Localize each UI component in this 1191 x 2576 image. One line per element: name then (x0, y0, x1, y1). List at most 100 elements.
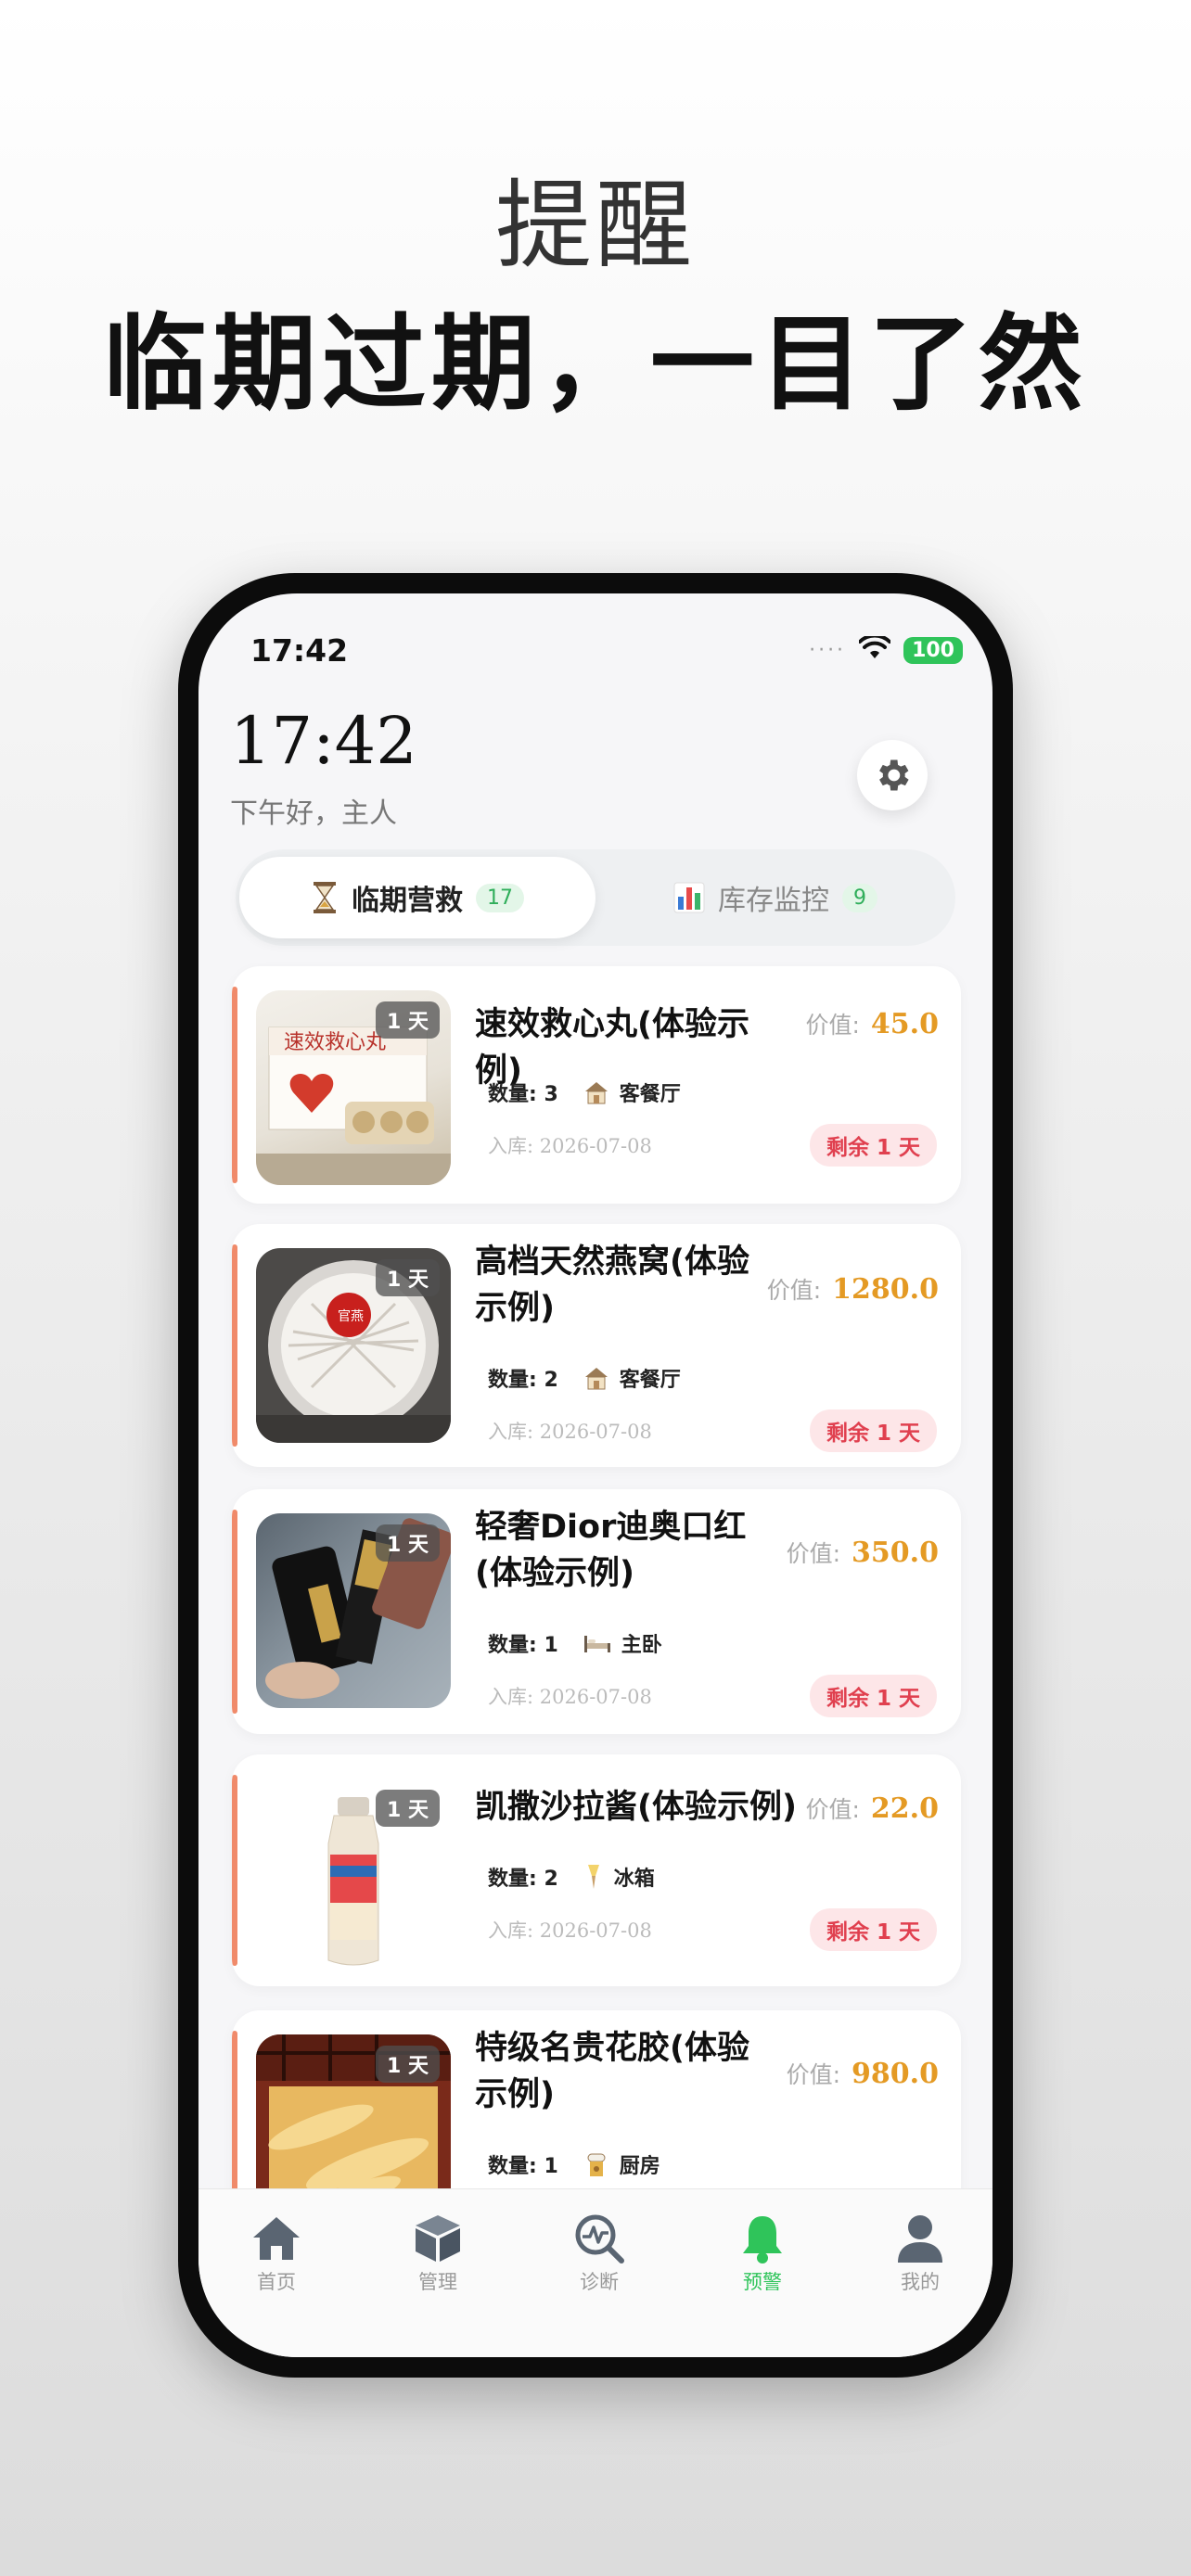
bell-icon (743, 2216, 782, 2264)
nav-alert[interactable]: 预警 (707, 2210, 818, 2295)
status-time: 17:42 (250, 632, 349, 669)
status-bar: 17:42 ···· 100 (198, 629, 992, 684)
living-room-icon (584, 1082, 608, 1104)
remaining-days-badge: 剩余 1 天 (809, 1409, 937, 1452)
tab-count-badge: 9 (842, 883, 877, 912)
tab-count-badge: 17 (476, 883, 524, 912)
nav-label: 预警 (743, 2271, 782, 2293)
hero-title: 临期过期，一目了然 (103, 304, 1088, 425)
item-quantity: 数量: 2 (488, 1369, 558, 1392)
item-location: 客餐厅 (583, 1363, 681, 1393)
item-stock-date: 入库: 2026-07-08 (488, 1919, 652, 1942)
tab-label: 临期营救 (352, 885, 463, 917)
urgency-edge (232, 987, 237, 1183)
nav-label: 诊断 (580, 2271, 619, 2293)
product-image: 官燕 1 天 (256, 1248, 451, 1443)
greeting-text: 下午好，主人 (230, 797, 397, 830)
days-left-tag: 1 天 (376, 1259, 440, 1296)
nav-label: 我的 (901, 2271, 940, 2293)
urgency-edge (232, 1775, 237, 1966)
value-number: 1280.0 (832, 1273, 939, 1306)
nav-diagnosis[interactable]: 诊断 (544, 2210, 655, 2295)
days-left-tag: 1 天 (376, 1001, 440, 1039)
item-value: 价值: 1280.0 (767, 1272, 939, 1306)
days-left-tag: 1 天 (376, 1524, 440, 1562)
gear-icon (879, 759, 909, 791)
item-location: 客餐厅 (583, 1078, 681, 1107)
item-quantity: 数量: 3 (488, 1083, 558, 1106)
value-label: 价值: (766, 1277, 822, 1304)
bar-chart-icon (673, 882, 705, 913)
nav-manage[interactable]: 管理 (382, 2210, 493, 2295)
svg-text:官燕: 官燕 (338, 1309, 364, 1324)
nav-home[interactable]: 首页 (221, 2210, 332, 2295)
item-card[interactable]: 官燕 1 天 高档天然燕窝(体验示例) 价值: 1280.0 数量: 2 客餐厅 … (232, 1224, 961, 1467)
item-name: 凯撒沙拉酱(体验示例) (475, 1789, 797, 1826)
item-meta: 数量: 1 主卧 (488, 1628, 662, 1658)
battery-indicator: 100 (903, 636, 963, 664)
item-card[interactable]: 速效救心丸 1 天 速效救心丸(体验示例) 价值: 45.0 数量: 3 客餐厅 … (232, 966, 961, 1204)
home-icon (253, 2217, 300, 2260)
item-quantity: 数量: 1 (488, 1634, 558, 1657)
item-quantity: 数量: 1 (488, 2155, 558, 2178)
value-number: 980.0 (852, 2058, 939, 2090)
item-quantity: 数量: 2 (488, 1868, 558, 1891)
bed-icon (583, 1636, 610, 1652)
tab-inventory-monitor[interactable]: 库存监控 9 (603, 857, 948, 938)
item-card[interactable]: 1 天 轻奢Dior迪奥口红(体验示例) 价值: 350.0 数量: 1 主卧 入… (232, 1489, 961, 1734)
hero-subtitle: 提醒 (494, 169, 696, 282)
item-location: 厨房 (583, 2149, 660, 2179)
days-left-tag: 1 天 (376, 1790, 440, 1827)
header-clock: 17:42 (230, 703, 417, 779)
product-image: 速效救心丸 1 天 (256, 990, 451, 1185)
kitchen-icon (587, 2153, 606, 2176)
item-stock-date: 入库: 2026-07-08 (488, 1686, 652, 1708)
item-value: 价值: 980.0 (787, 2057, 939, 2090)
value-label: 价值: (786, 2061, 841, 2088)
nav-profile[interactable]: 我的 (864, 2210, 976, 2295)
living-room-icon (584, 1368, 608, 1390)
item-value: 价值: 350.0 (787, 1536, 939, 1569)
days-left-tag: 1 天 (376, 2046, 440, 2083)
tab-expiring-rescue[interactable]: 临期营救 17 (239, 857, 596, 938)
bottom-navigation: 首页 管理 诊断 预警 我的 (198, 2188, 992, 2357)
item-name: 轻奢Dior迪奥口红(体验示例) (475, 1509, 747, 1592)
nav-label: 管理 (418, 2271, 457, 2293)
item-location: 主卧 (583, 1628, 662, 1658)
remaining-days-badge: 剩余 1 天 (809, 1675, 937, 1717)
remaining-days-badge: 剩余 1 天 (809, 1124, 937, 1167)
signal-icon: ···· (809, 638, 847, 662)
item-card[interactable]: 1 天 凯撒沙拉酱(体验示例) 价值: 22.0 数量: 2 冰箱 入库: 202… (232, 1754, 961, 1986)
segment-tabs: 临期营救 17 库存监控 9 (236, 849, 955, 946)
item-value: 价值: 22.0 (805, 1792, 939, 1825)
phone-screen: 17:42 ···· 100 17:42 下午好，主人 临期营救 17 库存监控 (198, 593, 992, 2357)
item-stock-date: 入库: 2026-07-08 (488, 1135, 652, 1157)
tab-label: 库存监控 (718, 885, 829, 917)
settings-button[interactable] (857, 740, 928, 810)
value-number: 45.0 (870, 1008, 939, 1040)
product-image: 1 天 (256, 1779, 451, 1973)
fridge-icon (587, 1865, 599, 1889)
item-meta: 数量: 2 客餐厅 (488, 1363, 681, 1393)
item-location: 冰箱 (583, 1862, 655, 1892)
nav-label: 首页 (257, 2271, 296, 2293)
item-name: 高档天然燕窝(体验示例) (475, 1243, 749, 1327)
user-icon (898, 2215, 942, 2263)
item-meta: 数量: 2 冰箱 (488, 1862, 655, 1892)
box-icon (416, 2215, 460, 2262)
item-meta: 数量: 3 客餐厅 (488, 1078, 681, 1107)
hourglass-icon (314, 882, 336, 913)
item-stock-date: 入库: 2026-07-08 (488, 1421, 652, 1443)
item-name: 特级名贵花胶(体验示例) (475, 2030, 749, 2113)
value-number: 350.0 (852, 1537, 939, 1569)
value-label: 价值: (805, 1012, 860, 1039)
wifi-icon (858, 633, 892, 664)
value-number: 22.0 (870, 1792, 939, 1825)
value-label: 价值: (786, 1540, 841, 1567)
urgency-edge (232, 1510, 237, 1714)
item-value: 价值: 45.0 (805, 1007, 939, 1040)
item-meta: 数量: 1 厨房 (488, 2149, 660, 2179)
value-label: 价值: (805, 1796, 860, 1823)
product-image: 1 天 (256, 1513, 451, 1708)
svg-text:速效救心丸: 速效救心丸 (284, 1031, 386, 1054)
